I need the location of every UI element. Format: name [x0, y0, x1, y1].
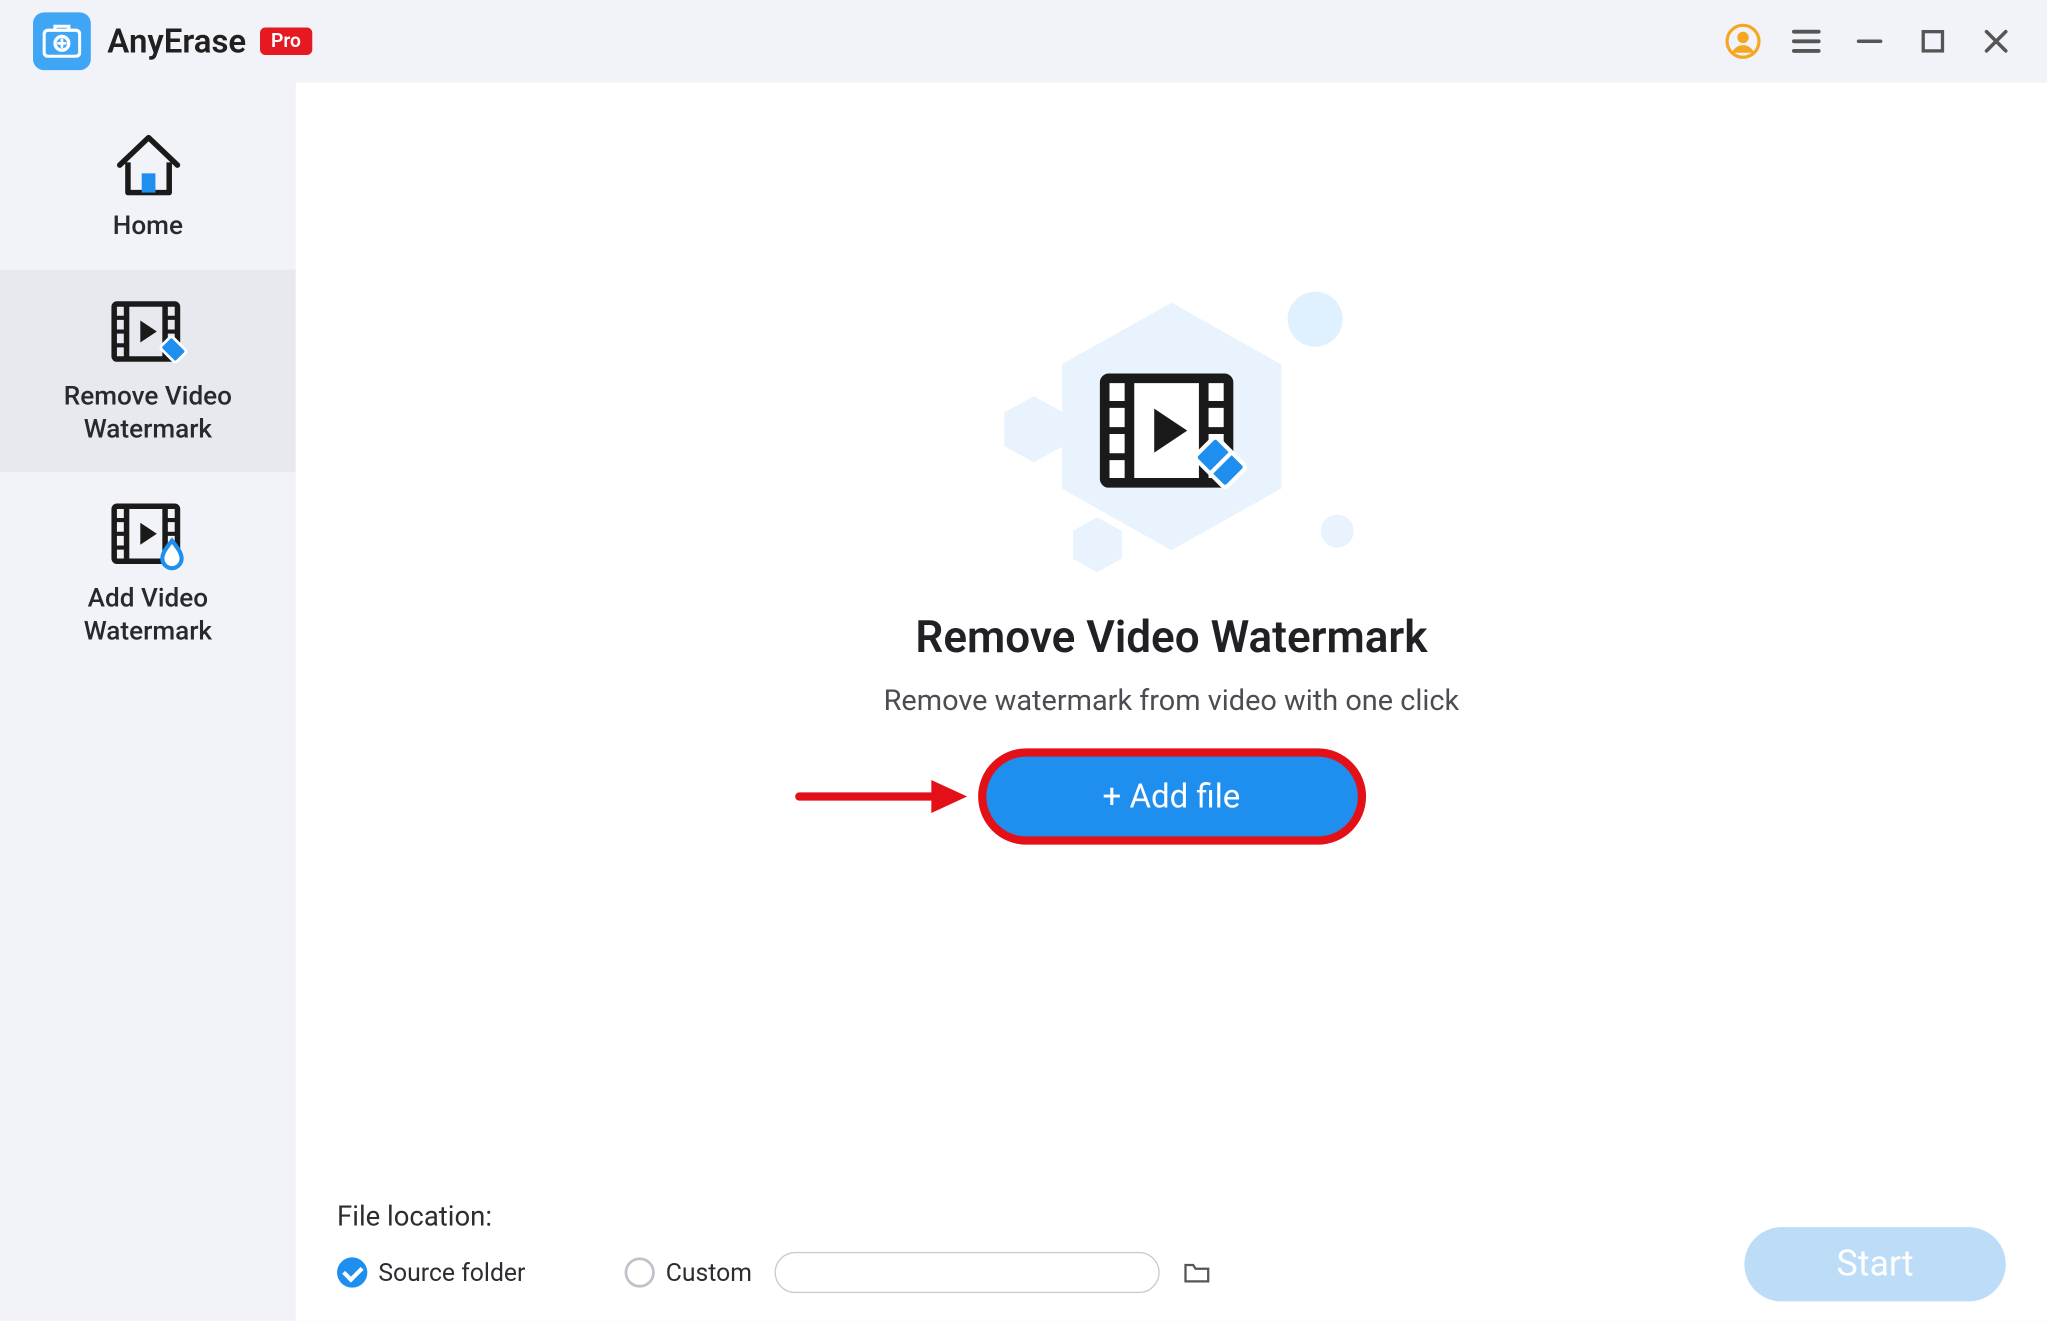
radio-custom[interactable]: Custom [624, 1257, 752, 1287]
page-title: Remove Video Watermark [915, 611, 1427, 663]
main-panel: Remove Video Watermark Remove watermark … [296, 83, 2047, 1321]
footer-bar: File location: Source folder Custom Star… [337, 1200, 2006, 1294]
radio-source-folder[interactable]: Source folder [337, 1257, 525, 1287]
film-drop-icon [109, 502, 186, 571]
minimize-button[interactable] [1852, 23, 1888, 59]
pro-badge: Pro [260, 28, 312, 56]
radio-label: Source folder [378, 1258, 525, 1287]
film-eraser-large-icon [1096, 370, 1247, 497]
page-subtitle: Remove watermark from video with one cli… [884, 685, 1460, 718]
folder-icon[interactable] [1181, 1257, 1211, 1287]
sidebar-item-label: Add Video Watermark [84, 582, 212, 647]
start-button[interactable]: Start [1744, 1227, 2005, 1301]
user-icon[interactable] [1725, 23, 1761, 59]
sidebar-item-remove-watermark[interactable]: Remove Video Watermark [0, 269, 296, 472]
sidebar: Home Remove Video Watermark Add Video Wa… [0, 83, 296, 1321]
titlebar: AnyErase Pro [0, 0, 2047, 83]
close-button[interactable] [1978, 23, 2014, 59]
maximize-button[interactable] [1915, 23, 1951, 59]
radio-label: Custom [666, 1258, 752, 1287]
film-eraser-icon [109, 300, 186, 369]
sidebar-item-label: Remove Video Watermark [64, 379, 232, 444]
home-icon [113, 129, 182, 198]
app-title: AnyErase [107, 22, 246, 61]
annotation-arrow-icon [793, 776, 972, 817]
app-logo-icon [33, 12, 91, 70]
hero-illustration [993, 289, 1351, 578]
sidebar-item-home[interactable]: Home [0, 99, 296, 269]
custom-path-input[interactable] [774, 1252, 1159, 1293]
sidebar-item-label: Home [113, 209, 183, 242]
menu-icon[interactable] [1788, 23, 1824, 59]
file-location-label: File location: [337, 1200, 2006, 1233]
add-file-button[interactable]: + Add file [986, 757, 1357, 837]
sidebar-item-add-watermark[interactable]: Add Video Watermark [0, 472, 296, 675]
